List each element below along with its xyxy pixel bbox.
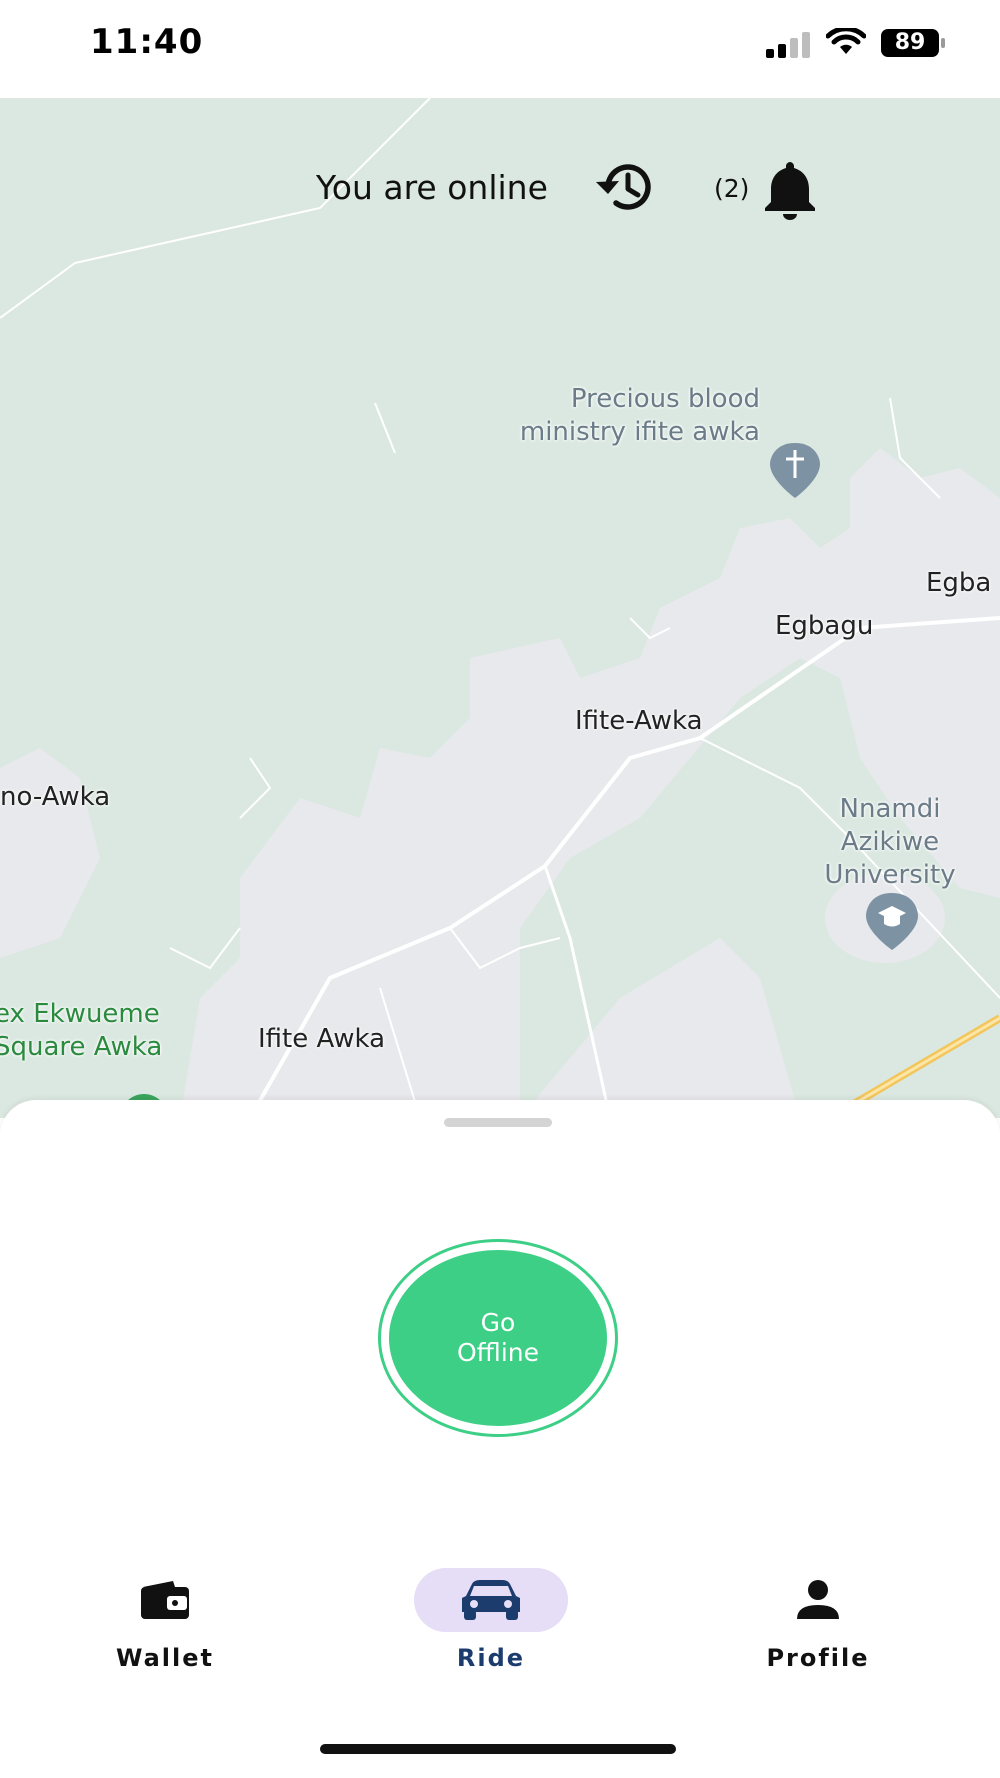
map-label-egbagu: Egbagu (775, 611, 874, 641)
car-icon (462, 1580, 520, 1620)
nav-item-profile[interactable]: Profile (718, 1560, 918, 1680)
notification-count: (2) (714, 174, 750, 203)
drag-handle[interactable] (444, 1118, 552, 1127)
nav-item-wallet[interactable]: Wallet (65, 1560, 265, 1680)
bell-icon (765, 162, 815, 220)
person-icon (797, 1580, 839, 1619)
notifications-button[interactable] (760, 158, 820, 220)
map-poi-church[interactable]: Precious blood ministry ifite awka (500, 383, 760, 449)
history-icon (596, 164, 651, 210)
wallet-icon (141, 1581, 189, 1619)
battery-percent: 89 (894, 30, 926, 55)
map-background (0, 98, 1000, 1118)
map-poi-park[interactable]: ex Ekwueme Square Awka (0, 998, 162, 1064)
map-label-ifite-awka-lower: Ifite Awka (258, 1024, 386, 1054)
map-label-nimo-awka: no-Awka (0, 782, 111, 812)
online-status-text: You are online (316, 168, 548, 207)
map-view[interactable]: Egba Egbagu Ifite-Awka no-Awka Ifite Awk… (0, 98, 1000, 1118)
nav-label-profile: Profile (766, 1644, 870, 1672)
bottom-navigation: Wallet Ride Profile (0, 1560, 1000, 1680)
map-label-ifite-awka: Ifite-Awka (575, 706, 703, 736)
history-button[interactable] (590, 158, 660, 216)
nav-icon-container-ride (414, 1568, 568, 1632)
nav-label-ride: Ride (456, 1644, 526, 1672)
home-indicator (320, 1744, 676, 1754)
nav-item-ride[interactable]: Ride (391, 1560, 591, 1680)
cellular-signal-icon (766, 32, 810, 58)
wifi-icon (826, 28, 866, 54)
map-label-egba: Egba (926, 568, 992, 598)
nav-icon-container-wallet (88, 1568, 242, 1632)
status-bar: 11:40 89 (0, 0, 1000, 98)
go-offline-button[interactable]: Go Offline (378, 1239, 618, 1437)
nav-label-wallet: Wallet (115, 1644, 214, 1672)
battery-indicator: 89 (880, 28, 946, 58)
nav-icon-container-profile (741, 1568, 895, 1632)
go-offline-label: Go Offline (389, 1250, 607, 1426)
map-poi-university[interactable]: Nnamdi Azikiwe University (810, 793, 970, 892)
status-time: 11:40 (90, 22, 204, 62)
